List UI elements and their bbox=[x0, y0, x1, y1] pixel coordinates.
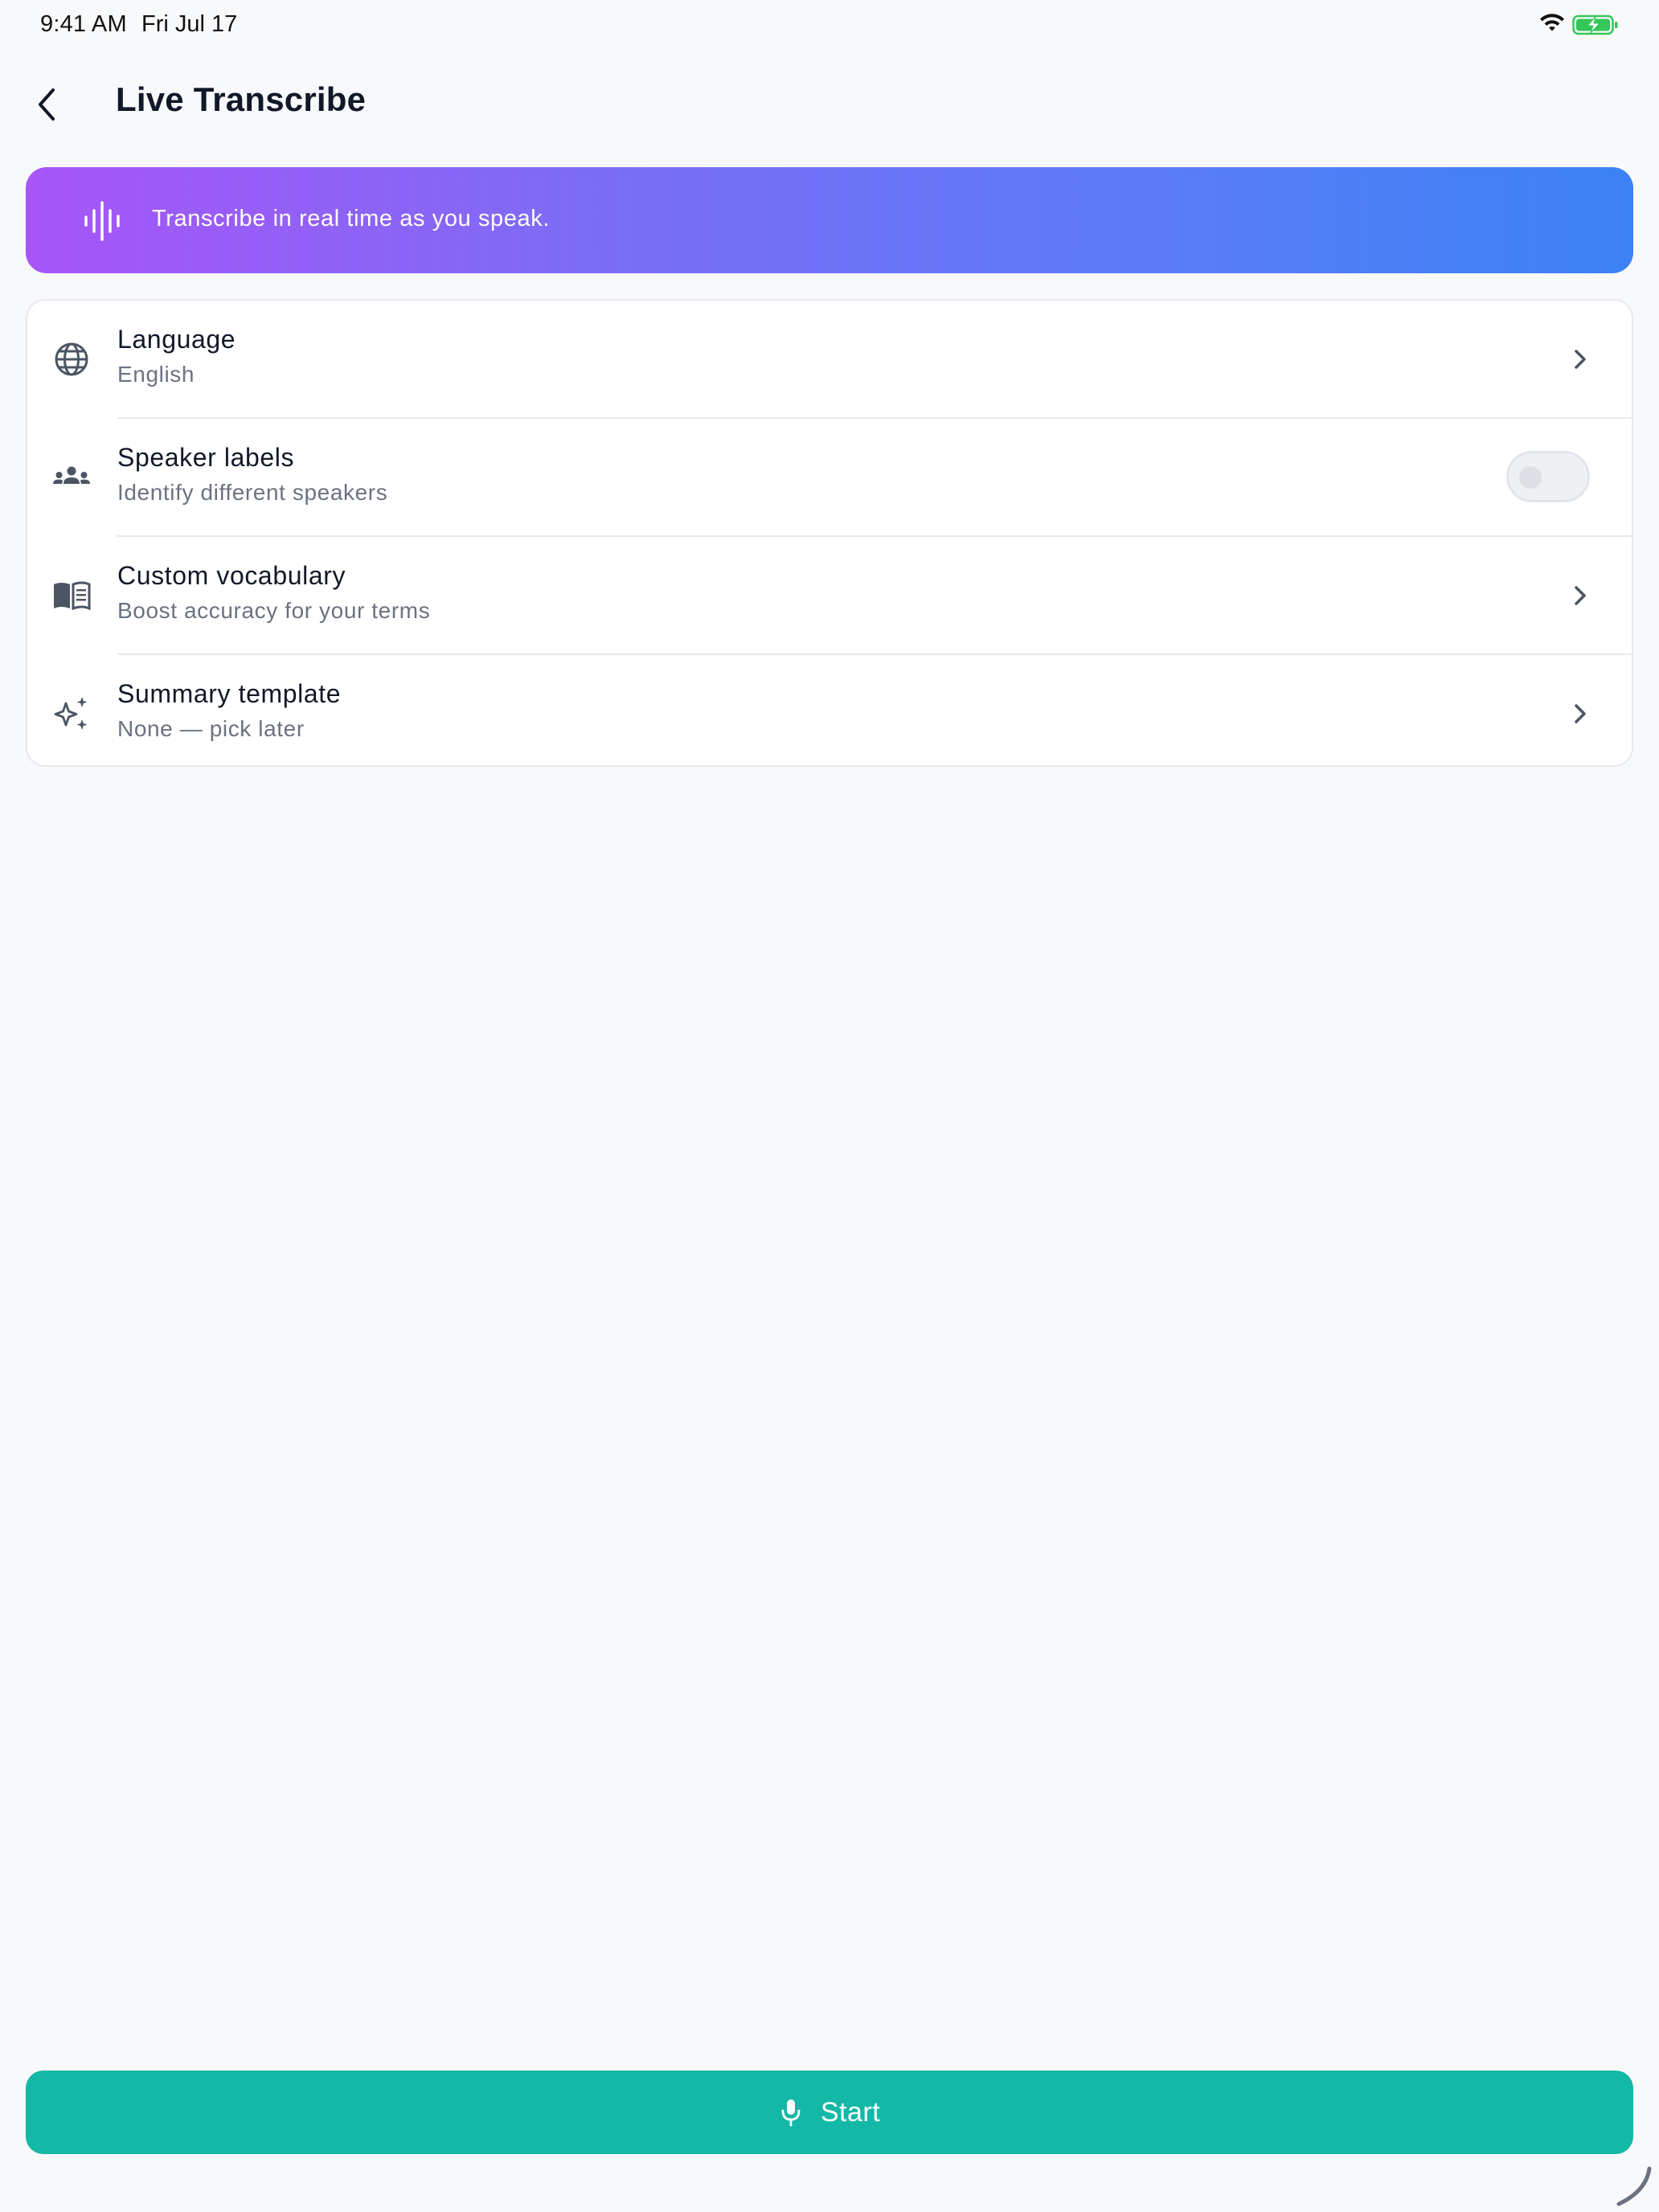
setting-subtitle: None — pick later bbox=[117, 716, 305, 741]
setting-subtitle: Identify different speakers bbox=[117, 480, 388, 505]
chevron-right-icon bbox=[1575, 704, 1586, 723]
people-icon bbox=[53, 466, 90, 484]
status-bar: 9:41 AM Fri Jul 17 bbox=[0, 0, 1659, 51]
status-date: Fri Jul 17 bbox=[141, 11, 238, 37]
audio-waveform-icon bbox=[84, 201, 120, 241]
setting-custom-vocabulary[interactable]: Custom vocabulary Boost accuracy for you… bbox=[27, 537, 1632, 654]
status-time: 9:41 AM bbox=[40, 11, 127, 37]
resize-handle-icon bbox=[1616, 2166, 1652, 2206]
wifi-icon bbox=[1540, 14, 1564, 31]
info-banner: Transcribe in real time as you speak. bbox=[26, 167, 1633, 273]
setting-title: Custom vocabulary bbox=[117, 561, 346, 590]
settings-card: Language English Speaker labels Identify bbox=[26, 299, 1633, 767]
sparkles-icon bbox=[54, 697, 88, 730]
start-button-label: Start bbox=[820, 2096, 881, 2128]
back-button[interactable] bbox=[23, 74, 71, 135]
start-button[interactable]: Start bbox=[26, 2071, 1633, 2154]
banner-text: Transcribe in real time as you speak. bbox=[152, 206, 550, 231]
setting-subtitle: English bbox=[117, 362, 195, 387]
chevron-left-icon bbox=[39, 88, 55, 121]
battery-charging-icon bbox=[1572, 14, 1618, 35]
setting-language[interactable]: Language English bbox=[27, 301, 1632, 418]
toggle-knob bbox=[1519, 466, 1542, 489]
chevron-right-icon bbox=[1575, 350, 1586, 369]
start-button-content: Start bbox=[779, 2097, 880, 2128]
setting-title: Language bbox=[117, 325, 236, 354]
microphone-icon bbox=[781, 2099, 801, 2127]
speaker-labels-toggle[interactable] bbox=[1506, 451, 1590, 502]
header: Live Transcribe bbox=[0, 64, 1659, 145]
chevron-right-icon bbox=[1575, 586, 1586, 605]
page-title: Live Transcribe bbox=[116, 80, 367, 118]
setting-subtitle: Boost accuracy for your terms bbox=[117, 598, 431, 623]
setting-summary-template[interactable]: Summary template None — pick later bbox=[27, 655, 1632, 765]
live-transcribe-screen: 9:41 AM Fri Jul 17 Live Transcribe Trans… bbox=[0, 0, 1659, 2212]
book-icon bbox=[54, 581, 91, 611]
globe-icon bbox=[55, 342, 88, 376]
setting-title: Summary template bbox=[117, 679, 342, 708]
setting-speaker-labels: Speaker labels Identify different speake… bbox=[27, 419, 1632, 536]
setting-title: Speaker labels bbox=[117, 443, 295, 472]
